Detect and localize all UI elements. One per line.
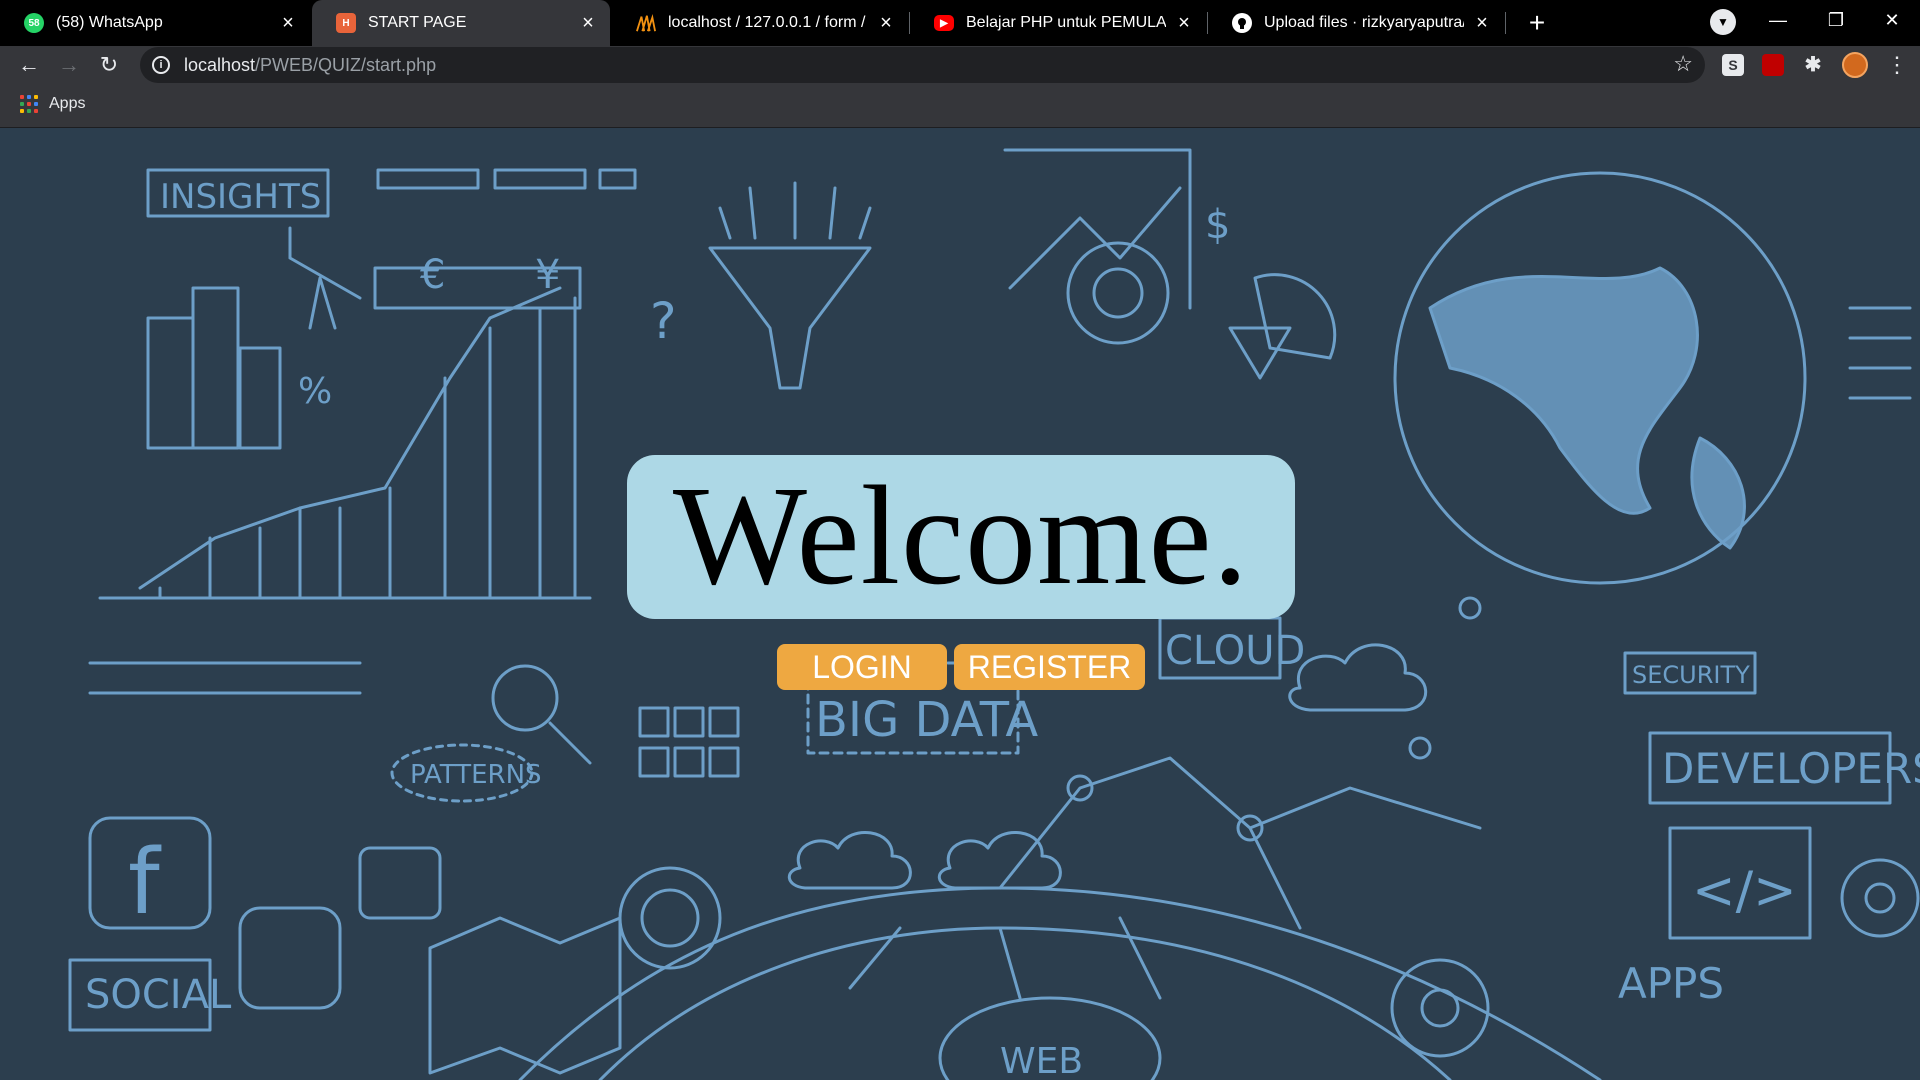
youtube-icon: ▶ bbox=[934, 15, 954, 31]
tab-title: localhost / 127.0.0.1 / form / user bbox=[668, 14, 868, 31]
tab-title: START PAGE bbox=[368, 14, 467, 31]
url-text[interactable]: localhost/PWEB/QUIZ/start.php bbox=[184, 55, 436, 76]
toolbar: ← → ↻ i localhost/PWEB/QUIZ/start.php ☆ … bbox=[0, 46, 1920, 84]
bg-label-patterns: PATTERNS bbox=[410, 760, 542, 790]
close-icon[interactable]: × bbox=[278, 13, 298, 33]
bookmark-star-icon[interactable]: ☆ bbox=[1673, 51, 1693, 77]
profile-avatar[interactable] bbox=[1842, 52, 1868, 78]
tab-youtube[interactable]: ▶ Belajar PHP untuk PEMULA | 16. I × bbox=[910, 0, 1206, 46]
info-icon[interactable]: i bbox=[152, 56, 170, 74]
page-content: INSIGHTS BIG DATA CLOUD SECURITY DEVELOP… bbox=[0, 128, 1920, 1080]
bg-label-cloud: CLOUD bbox=[1165, 628, 1305, 674]
percent-icon: % bbox=[298, 371, 332, 412]
reload-button[interactable]: ↻ bbox=[92, 48, 126, 82]
bookmark-apps-label: Apps bbox=[49, 95, 86, 112]
tab-start-page[interactable]: H START PAGE × bbox=[312, 0, 610, 46]
menu-dots-icon[interactable]: ⋮ bbox=[1882, 48, 1912, 82]
facebook-icon: f bbox=[128, 830, 162, 935]
html-icon: H bbox=[336, 13, 356, 33]
url-path: /PWEB/QUIZ/start.php bbox=[255, 54, 437, 75]
login-button[interactable]: LOGIN bbox=[777, 644, 947, 690]
dollar-icon: $ bbox=[1205, 202, 1230, 248]
welcome-card: Welcome. bbox=[627, 455, 1295, 619]
forward-button[interactable]: → bbox=[52, 48, 86, 82]
currency-yen-icon: ¥ bbox=[535, 252, 560, 298]
url-host: localhost bbox=[184, 54, 256, 75]
address-bar[interactable]: i localhost/PWEB/QUIZ/start.php ☆ bbox=[140, 47, 1705, 83]
currency-euro-icon: € bbox=[420, 252, 445, 298]
phpmyadmin-icon bbox=[636, 13, 656, 33]
red-extension-icon[interactable] bbox=[1762, 54, 1784, 76]
tab-separator bbox=[1505, 12, 1506, 34]
tab-title: Belajar PHP untuk PEMULA | 16. I bbox=[966, 14, 1166, 31]
bg-label-apps: APPS bbox=[1618, 959, 1724, 1008]
question-icon: ? bbox=[650, 292, 677, 350]
whatsapp-icon: 58 bbox=[24, 13, 44, 33]
tab-title: Upload files · rizkyaryaputra/Quiz bbox=[1264, 14, 1464, 31]
tab-title: (58) WhatsApp bbox=[56, 14, 163, 31]
bg-label-big-data: BIG DATA bbox=[815, 692, 1038, 748]
new-tab-button[interactable]: + bbox=[1520, 6, 1554, 40]
tab-search-icon[interactable]: ▼ bbox=[1710, 9, 1736, 35]
back-button[interactable]: ← bbox=[12, 48, 46, 82]
welcome-heading: Welcome. bbox=[672, 456, 1250, 614]
close-icon[interactable]: × bbox=[578, 13, 598, 33]
close-window-button[interactable]: ✕ bbox=[1862, 0, 1920, 40]
bookmarks-bar: Apps bbox=[0, 84, 1920, 128]
bg-label-developers: DEVELOPERS bbox=[1662, 744, 1920, 793]
close-icon[interactable]: × bbox=[876, 13, 896, 33]
bg-label-security: SECURITY bbox=[1632, 661, 1750, 689]
skype-extension-icon[interactable]: S bbox=[1722, 54, 1744, 76]
bg-label-insights: INSIGHTS bbox=[160, 177, 321, 217]
apps-grid-icon bbox=[20, 95, 38, 113]
close-icon[interactable]: × bbox=[1174, 13, 1194, 33]
tab-phpmyadmin[interactable]: localhost / 127.0.0.1 / form / user × bbox=[612, 0, 908, 46]
restore-button[interactable]: ❐ bbox=[1806, 0, 1866, 40]
tab-whatsapp[interactable]: 58 (58) WhatsApp × bbox=[0, 0, 310, 46]
bg-label-social: SOCIAL bbox=[85, 972, 232, 1018]
bookmark-apps[interactable]: Apps bbox=[20, 95, 85, 113]
code-brackets-icon: </> bbox=[1692, 861, 1797, 921]
tab-github[interactable]: Upload files · rizkyaryaputra/Quiz × bbox=[1208, 0, 1504, 46]
minimize-button[interactable]: — bbox=[1748, 0, 1808, 40]
bg-label-web: WEB bbox=[1000, 1041, 1083, 1080]
github-icon bbox=[1232, 13, 1252, 33]
tab-strip: 58 (58) WhatsApp × H START PAGE × localh… bbox=[0, 0, 1920, 46]
puzzle-extensions-icon[interactable]: ✱ bbox=[1802, 54, 1824, 76]
register-button[interactable]: REGISTER bbox=[954, 644, 1145, 690]
close-icon[interactable]: × bbox=[1472, 13, 1492, 33]
